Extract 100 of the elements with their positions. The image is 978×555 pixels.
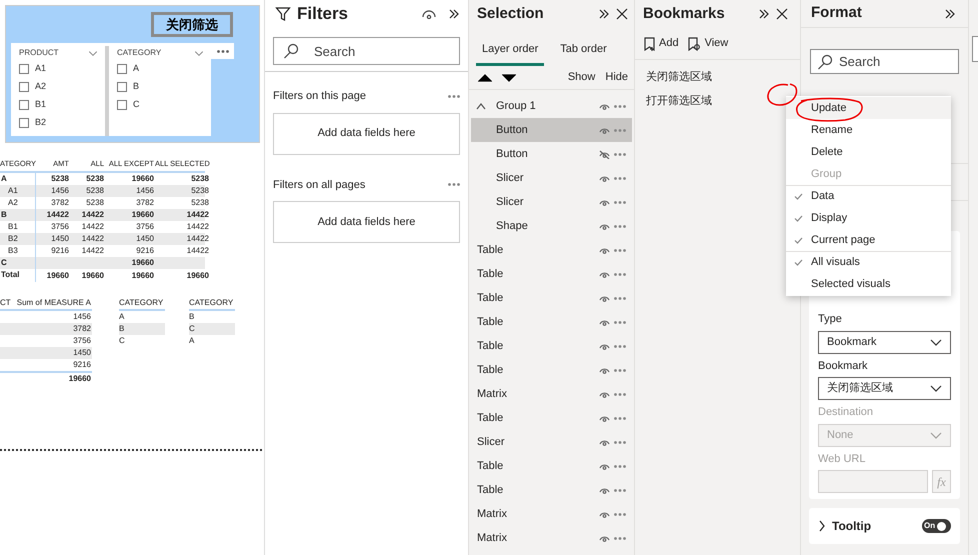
layer-item[interactable]: Matrix <box>471 526 632 550</box>
more-icon <box>448 94 460 98</box>
checkbox[interactable] <box>117 64 127 74</box>
more-icon <box>614 416 626 420</box>
column-header: CT <box>0 296 12 308</box>
row-header: C <box>0 257 36 269</box>
search-field[interactable]: Search <box>839 50 949 73</box>
checkbox[interactable] <box>19 82 29 92</box>
view-button[interactable]: View <box>688 35 728 52</box>
more-icon <box>614 536 626 540</box>
column-header: Sum of MEASURE A <box>16 296 92 308</box>
layer-item[interactable]: Table <box>471 478 632 502</box>
field-label: Web URL <box>818 452 866 466</box>
more-icon <box>216 50 228 52</box>
table-cell-text: 5238 <box>190 173 210 185</box>
checkbox[interactable] <box>117 82 127 92</box>
layer-item[interactable]: Table <box>471 454 632 478</box>
table-cell-text: 9216 <box>135 245 155 257</box>
layer-item[interactable]: Table <box>471 262 632 286</box>
chevron-down-icon <box>88 50 98 56</box>
chevron-down-icon <box>930 338 942 346</box>
more-icon <box>614 320 626 324</box>
bookmark-item[interactable]: 关闭筛选区域 <box>635 65 800 89</box>
eye-icon <box>422 9 436 19</box>
panel-title: Selection <box>477 4 545 24</box>
section-title: Tooltip <box>832 518 872 535</box>
table-cell: A <box>119 311 124 323</box>
menu-item[interactable]: Rename <box>786 119 951 141</box>
table-cell: C <box>119 335 125 347</box>
menu-item[interactable]: Current page <box>786 229 951 251</box>
slicer-option[interactable]: A1 <box>19 60 105 78</box>
add-button[interactable]: Add <box>644 35 679 52</box>
move-down-icon <box>502 74 516 82</box>
more-icon <box>614 368 626 372</box>
hide-button[interactable]: Hide <box>605 69 628 86</box>
menu-item[interactable]: Data <box>786 185 951 207</box>
layer-item[interactable]: Table <box>471 310 632 334</box>
table-cell-text: 1456 <box>50 185 70 197</box>
more-icon <box>448 183 460 186</box>
search-box[interactable]: Search <box>810 49 959 74</box>
dropdown[interactable]: Bookmark <box>818 330 951 354</box>
checkbox[interactable] <box>117 100 127 110</box>
slicer-option[interactable]: C <box>117 96 211 114</box>
layer-item[interactable]: Slicer <box>471 166 632 190</box>
slicer-option[interactable]: B2 <box>19 114 105 132</box>
search-box[interactable]: Search <box>273 37 460 65</box>
checkbox[interactable] <box>19 118 29 128</box>
show-button[interactable]: Show <box>568 69 596 86</box>
table-cell-text: 14422 <box>80 209 105 221</box>
table-cell: B <box>189 311 194 323</box>
layer-item[interactable]: Slicer <box>471 430 632 454</box>
layer-item[interactable]: Button <box>471 142 632 166</box>
menu-item[interactable]: Selected visuals <box>786 273 951 295</box>
layer-item[interactable]: Table <box>471 358 632 382</box>
expand-icon <box>598 8 610 20</box>
table-cell-text: 9216 <box>50 245 70 257</box>
expand-icon <box>758 8 770 20</box>
slicer-option[interactable]: A2 <box>19 78 105 96</box>
table-cell: 1456 <box>73 311 91 323</box>
slicer-option[interactable]: B1 <box>19 96 105 114</box>
drop-zone[interactable]: Add data fields here <box>273 201 460 243</box>
row-header: A1 <box>0 185 36 197</box>
menu-item[interactable]: Update <box>786 97 951 119</box>
menu-item[interactable]: Delete <box>786 141 951 163</box>
menu-item[interactable]: All visuals <box>786 251 951 273</box>
chevron-down-icon <box>930 385 942 392</box>
filter-close-button[interactable]: 关闭筛选 <box>151 12 233 37</box>
table-cell-text: 14422 <box>186 233 210 245</box>
table-cell-text: 19660 <box>130 257 155 269</box>
tab[interactable]: Tab order <box>554 36 613 66</box>
table-cell-text: 3782 <box>135 197 155 209</box>
layer-item[interactable]: Table <box>471 286 632 310</box>
slicer-option[interactable]: B <box>117 78 211 96</box>
checkbox[interactable] <box>19 100 29 110</box>
layer-item[interactable]: Table <box>471 238 632 262</box>
slicer-option[interactable]: A <box>117 60 211 78</box>
layer-item[interactable]: Table <box>471 334 632 358</box>
table-cell-text: 19660 <box>46 270 70 282</box>
table-cell-text: 1456 <box>135 185 155 197</box>
drop-zone[interactable]: Add data fields here <box>273 112 460 154</box>
table-cell: B <box>119 323 124 335</box>
more-icon <box>614 296 626 300</box>
layer-item[interactable]: Button <box>471 118 632 142</box>
layer-item[interactable]: Shape <box>471 214 632 238</box>
tab[interactable]: Layer order <box>476 36 544 66</box>
checkbox[interactable] <box>19 64 29 74</box>
search-field[interactable]: Search <box>314 38 434 64</box>
table-cell-text: 1450 <box>135 233 155 245</box>
layer-item[interactable]: Group 1 <box>471 94 632 118</box>
table-cell-text: 19660 <box>130 173 155 185</box>
layer-item[interactable]: Matrix <box>471 502 632 526</box>
layer-item[interactable]: Table <box>471 406 632 430</box>
more-icon <box>614 152 626 156</box>
dropdown[interactable]: 关闭筛选区域 <box>818 377 951 400</box>
toggle-switch[interactable]: On <box>922 519 951 533</box>
layer-item[interactable]: Matrix <box>471 382 632 406</box>
menu-item[interactable]: Display <box>786 207 951 229</box>
row-header: B2 <box>0 233 36 245</box>
table-cell: C <box>189 323 195 335</box>
layer-item[interactable]: Slicer <box>471 190 632 214</box>
